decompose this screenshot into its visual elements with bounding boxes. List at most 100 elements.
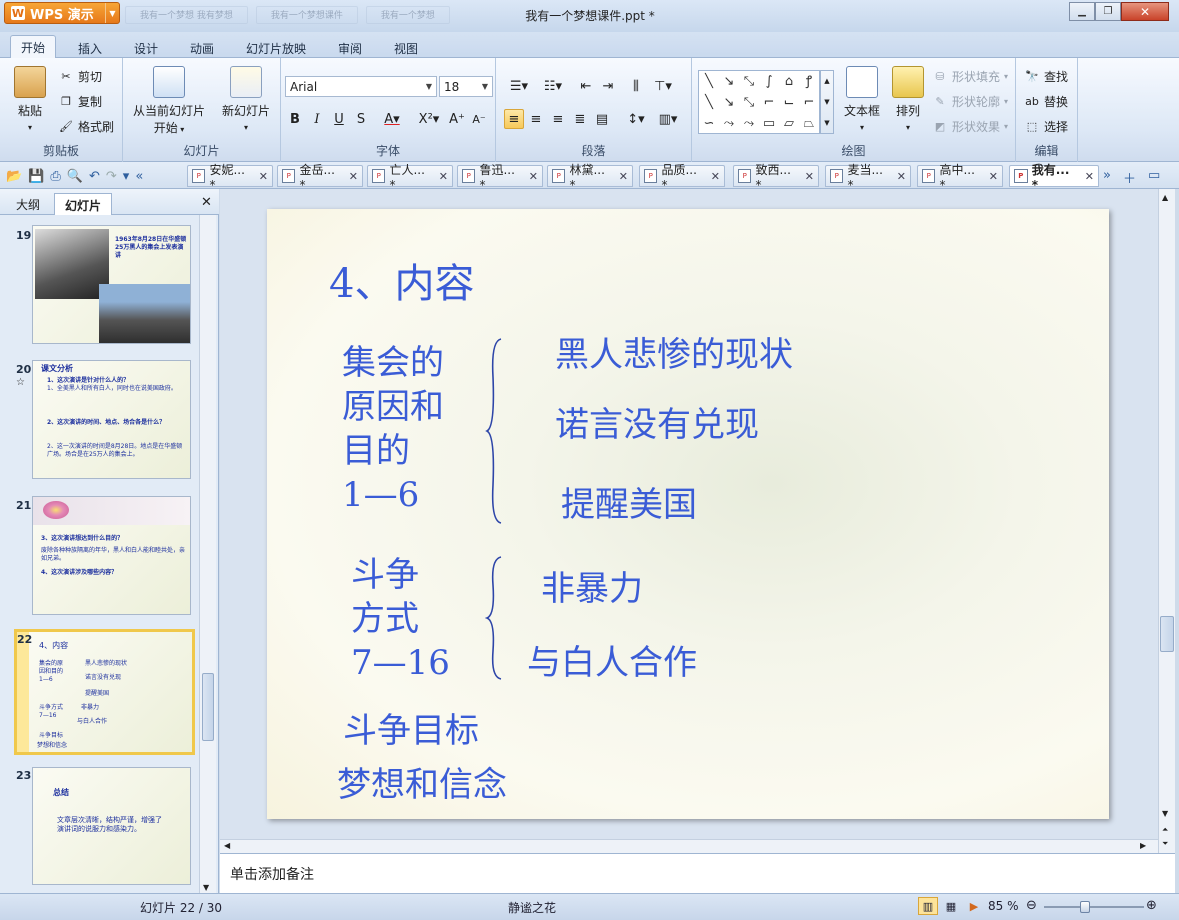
- shadow-button[interactable]: S: [351, 109, 371, 129]
- new-tab-icon[interactable]: ＋: [1123, 168, 1136, 187]
- text-direction-button[interactable]: ⫼: [626, 76, 646, 96]
- elbow-connector-icon[interactable]: ⌐: [759, 92, 779, 113]
- undo-icon[interactable]: ↶: [89, 169, 100, 184]
- zoom-slider-thumb[interactable]: [1079, 901, 1090, 913]
- slideshow-icon[interactable]: ▶: [964, 897, 984, 915]
- format-painter-button[interactable]: 🖌 格式刷: [58, 118, 114, 135]
- curved-double-arrow-icon[interactable]: ⤳: [739, 113, 759, 134]
- thumbnail-scrollbar[interactable]: ▼: [199, 215, 216, 893]
- elbow-double-arrow-icon[interactable]: ⌐: [799, 92, 819, 113]
- arrow-shape-icon[interactable]: ↘: [719, 92, 739, 113]
- scroll-down-icon[interactable]: ▼: [203, 883, 209, 892]
- select-button[interactable]: ⬚ 选择: [1024, 118, 1068, 135]
- align-center-button[interactable]: ≡: [526, 109, 546, 129]
- grow-font-button[interactable]: A⁺: [447, 109, 467, 129]
- parallelogram-shape-icon[interactable]: ▱: [779, 113, 799, 134]
- scroll-left-icon[interactable]: ◀: [224, 841, 230, 850]
- double-arrow-shape-icon[interactable]: ⤡: [739, 71, 759, 92]
- doc-tab[interactable]: P 致西... * ✕: [733, 163, 819, 192]
- doc-tab[interactable]: P 林黛... * ✕: [547, 163, 633, 192]
- tab-home[interactable]: 开始: [10, 35, 57, 59]
- line-shape-icon[interactable]: ╲: [699, 71, 719, 92]
- normal-view-icon[interactable]: ▥: [918, 897, 938, 915]
- minimize-button[interactable]: ▁: [1069, 2, 1095, 21]
- close-tab-icon[interactable]: ✕: [897, 170, 906, 183]
- doc-tab[interactable]: P 金岳... * ✕: [277, 163, 363, 192]
- shape-effect-button[interactable]: ◩ 形状效果 ▾: [932, 118, 1008, 135]
- customize-icon[interactable]: ▾: [123, 169, 130, 184]
- tab-outline[interactable]: 大纲: [6, 193, 50, 215]
- font-size-select[interactable]: 18 ▼: [439, 76, 493, 97]
- scrollbar-thumb[interactable]: [1160, 616, 1174, 652]
- superscript-button[interactable]: X²▾: [417, 109, 441, 129]
- close-tab-icon[interactable]: ✕: [805, 170, 814, 183]
- textbox-button[interactable]: 文本框 ▾: [840, 66, 884, 133]
- increase-indent-button[interactable]: ⇥: [598, 76, 618, 96]
- scrollbar-thumb[interactable]: [202, 673, 214, 741]
- shrink-font-button[interactable]: A⁻: [469, 109, 489, 129]
- maximize-button[interactable]: ❐: [1095, 2, 1121, 21]
- play-from-current-button[interactable]: 从当前幻灯片 开始 ▾: [129, 66, 209, 136]
- tab-insert[interactable]: 插入: [68, 37, 112, 58]
- gathering-purpose-label[interactable]: 集会的 原因和 目的 1—6: [342, 341, 444, 517]
- brace-item[interactable]: 黑人悲惨的现状: [555, 327, 793, 376]
- brace-item[interactable]: 与白人合作: [527, 635, 697, 684]
- elbow-arrow-icon[interactable]: ⌙: [779, 92, 799, 113]
- close-tab-icon[interactable]: ✕: [349, 170, 358, 183]
- rectangle-shape-icon[interactable]: ▭: [759, 113, 779, 134]
- print-preview-icon[interactable]: 🔍: [67, 169, 83, 184]
- line-spacing-button[interactable]: ↕▾: [622, 109, 650, 129]
- zoom-slider[interactable]: [1044, 901, 1144, 913]
- align-right-button[interactable]: ≡: [548, 109, 568, 129]
- doc-tab[interactable]: P 高中... * ✕: [917, 163, 1003, 192]
- columns-button[interactable]: ▥▾: [654, 109, 682, 129]
- open-folder-icon[interactable]: 📂: [6, 169, 22, 184]
- numbering-button[interactable]: ☷▾: [538, 76, 568, 96]
- doc-tab[interactable]: P 安妮... * ✕: [187, 163, 273, 192]
- tab-animation[interactable]: 动画: [180, 37, 224, 58]
- new-slide-button[interactable]: 新幻灯片 ▾: [217, 66, 275, 133]
- paste-button[interactable]: 粘贴 ▾: [10, 66, 50, 133]
- bold-button[interactable]: B: [285, 109, 305, 129]
- close-tab-icon[interactable]: ✕: [529, 170, 538, 183]
- close-tab-icon[interactable]: ✕: [439, 170, 448, 183]
- doc-tab-active[interactable]: P 我有... * ✕: [1009, 163, 1099, 192]
- shape-fill-button[interactable]: ⛁ 形状填充 ▾: [932, 68, 1008, 85]
- slide-thumbnail-23[interactable]: 总结 文章层次清晰，结构严谨，增强了演讲词的说服力和感染力。: [32, 767, 191, 885]
- arrow-shape-icon[interactable]: ↘: [719, 71, 739, 92]
- tab-review[interactable]: 审阅: [328, 37, 372, 58]
- struggle-goal[interactable]: 斗争目标: [343, 703, 479, 752]
- bullets-button[interactable]: ☰▾: [504, 76, 534, 96]
- doc-tab[interactable]: P 品质... * ✕: [639, 163, 725, 192]
- slide-thumbnail-19[interactable]: 1963年8月28日在华盛顿25万黑人的集会上发表演讲: [32, 225, 191, 344]
- close-panel-icon[interactable]: ✕: [201, 195, 212, 210]
- shape-outline-button[interactable]: ✎ 形状轮廓 ▾: [932, 93, 1008, 110]
- justify-button[interactable]: ≣: [570, 109, 590, 129]
- align-left-button[interactable]: ≡: [504, 109, 524, 129]
- distribute-button[interactable]: ▤: [592, 109, 612, 129]
- scroll-down-icon[interactable]: ▼: [1162, 809, 1168, 818]
- scribble-shape-icon[interactable]: ꝭ: [799, 71, 819, 92]
- struggle-method-label[interactable]: 斗争 方式 7—16: [351, 553, 450, 685]
- slide-horizontal-scrollbar[interactable]: ◀ ▶: [220, 839, 1158, 853]
- tab-design[interactable]: 设计: [124, 37, 168, 58]
- redo-icon[interactable]: ↷: [106, 169, 117, 184]
- curve-shape-icon[interactable]: ∫: [759, 71, 779, 92]
- shape-gallery[interactable]: ╲ ↘ ⤡ ∫ ⌂ ꝭ ╲ ↘ ⤡ ⌐ ⌙ ⌐ ∽ ⤳ ⤳ ▭ ▱ ⏢: [698, 70, 820, 134]
- brace-item[interactable]: 诺言没有兑现: [555, 397, 759, 446]
- tab-slides[interactable]: 幻灯片: [54, 193, 113, 215]
- slide-thumbnail-20[interactable]: 课文分析 1、这次演讲是针对什么人的？ 1、全美黑人和所有白人，同时也在说美国政…: [32, 360, 191, 479]
- save-icon[interactable]: 💾: [28, 169, 44, 184]
- zoom-in-icon[interactable]: ⊕: [1146, 898, 1157, 913]
- close-tab-icon[interactable]: ✕: [1085, 170, 1094, 183]
- tab-view[interactable]: 视图: [384, 37, 428, 58]
- scroll-tabs-right-icon[interactable]: »: [1103, 168, 1111, 187]
- trapezoid-shape-icon[interactable]: ⏢: [799, 113, 819, 134]
- copy-button[interactable]: ❐ 复制: [58, 93, 102, 110]
- doc-tab[interactable]: P 麦当... * ✕: [825, 163, 911, 192]
- curved-connector-icon[interactable]: ∽: [699, 113, 719, 134]
- print-icon[interactable]: ⎙: [50, 169, 60, 184]
- line-shape-icon[interactable]: ╲: [699, 92, 719, 113]
- previous-slide-icon[interactable]: ⏶: [1162, 825, 1168, 835]
- brace-item[interactable]: 非暴力: [541, 561, 643, 610]
